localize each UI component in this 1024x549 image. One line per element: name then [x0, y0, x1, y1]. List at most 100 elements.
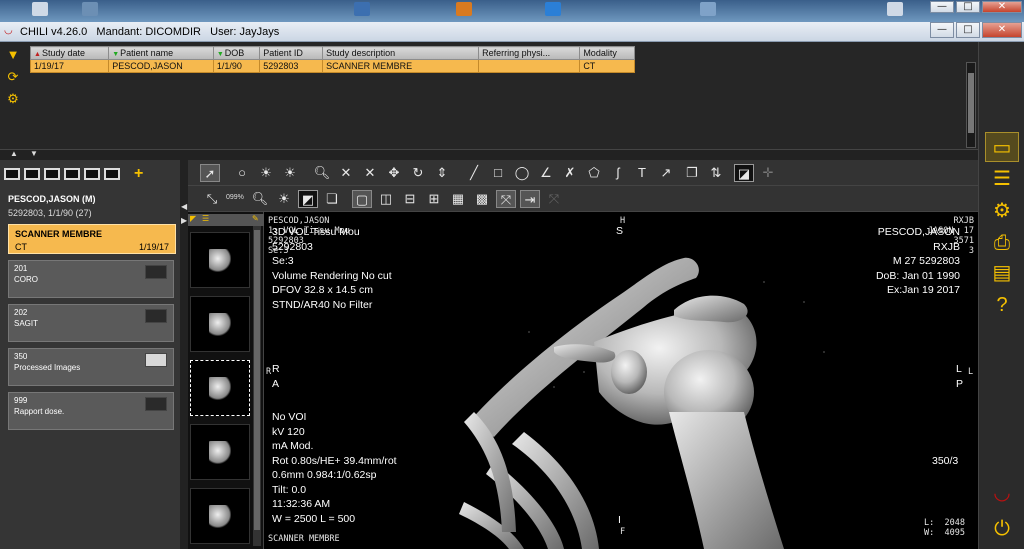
study-card[interactable]: SCANNER MEMBRE CT 1/19/17: [8, 224, 176, 254]
image-thumbnail[interactable]: 5: [190, 488, 261, 544]
image-thumbnail[interactable]: 2: [190, 296, 261, 352]
viewport-2x1-icon[interactable]: ⊟: [400, 190, 420, 208]
layers-icon[interactable]: ❐: [682, 164, 702, 182]
freehand-tool-icon[interactable]: ʃ: [608, 164, 628, 182]
viewport-1x2-icon[interactable]: ◫: [376, 190, 396, 208]
expand-icon[interactable]: ⤧: [496, 190, 516, 208]
desktop-icon[interactable]: [354, 2, 370, 16]
image-thumbnail[interactable]: 4: [190, 424, 261, 480]
fit-icon[interactable]: ⤡: [202, 190, 222, 208]
layout-3x2-icon[interactable]: [84, 168, 100, 180]
crosshair-icon[interactable]: ✛: [758, 164, 778, 182]
layout-2x1-icon[interactable]: [44, 168, 60, 180]
stack-icon[interactable]: ❏: [322, 190, 342, 208]
scrollbar-thumb[interactable]: [254, 230, 260, 530]
image-thumbnail[interactable]: 1: [190, 232, 261, 288]
collapse-right-icon[interactable]: ▶: [181, 216, 187, 225]
desktop-icon[interactable]: [545, 2, 561, 16]
study-list-scrollbar[interactable]: [966, 62, 976, 148]
viewport-3x3-icon[interactable]: ▦: [448, 190, 468, 208]
collapse-down-icon[interactable]: ▼: [30, 149, 38, 158]
layout-2x2-icon[interactable]: [64, 168, 80, 180]
scrollbar-thumb[interactable]: [968, 73, 974, 133]
maximize-button[interactable]: □: [956, 22, 980, 38]
series-card[interactable]: 202 SAGIT: [8, 304, 174, 342]
collapse-up-icon[interactable]: ▲: [10, 149, 18, 158]
table-row[interactable]: 1/19/17 PESCOD,JASON 1/1/90 5292803 SCAN…: [29, 59, 635, 73]
desktop-icon[interactable]: [887, 2, 903, 16]
add-icon[interactable]: +: [134, 165, 143, 183]
filter-icon[interactable]: ▼: [4, 46, 22, 64]
minimize-button[interactable]: —: [930, 22, 954, 38]
overlay-toggle-icon[interactable]: ◪: [734, 164, 754, 182]
image-thumbnail[interactable]: 3: [190, 360, 261, 416]
pin-icon[interactable]: ✎: [252, 214, 259, 223]
column-header-dob[interactable]: ▼DOB: [212, 46, 261, 60]
collapse-left-icon[interactable]: ◀: [181, 202, 187, 211]
help-icon[interactable]: ?: [985, 290, 1019, 320]
outer-minimize-button[interactable]: —: [930, 1, 954, 13]
viewport-1x1-icon[interactable]: ▢: [352, 190, 372, 208]
thumbnail-scrollbar[interactable]: [253, 226, 261, 546]
column-header-study-date[interactable]: ▲Study date: [29, 46, 110, 60]
desktop-icon[interactable]: [82, 2, 98, 16]
rectangle-tool-icon[interactable]: □: [488, 164, 508, 182]
column-header-patient-name[interactable]: ▼Patient name: [108, 46, 214, 60]
circle-tool-icon[interactable]: ○: [232, 164, 252, 182]
series-card[interactable]: 350 Processed Images: [8, 348, 174, 386]
column-header-modality[interactable]: Modality: [579, 46, 635, 60]
desktop-icon[interactable]: [700, 2, 716, 16]
text-tool-icon[interactable]: T: [632, 164, 652, 182]
study-card-modality: CT: [15, 242, 27, 252]
angle-tool-icon[interactable]: ∠: [536, 164, 556, 182]
zoom-fit-icon[interactable]: ✕: [336, 164, 356, 182]
ellipse-tool-icon[interactable]: ◯: [512, 164, 532, 182]
invert-icon[interactable]: ◩: [298, 190, 318, 208]
gear-filter-icon[interactable]: ⚙: [4, 90, 22, 108]
outer-close-button[interactable]: ✕: [982, 1, 1022, 13]
cross-icon[interactable]: ✕: [360, 164, 380, 182]
monitor-icon[interactable]: ▭: [985, 132, 1019, 162]
zoom-level[interactable]: 099%: [226, 194, 244, 201]
window-level-roi-icon[interactable]: ☀: [280, 164, 300, 182]
layout-3x3-icon[interactable]: [104, 168, 120, 180]
window-level-readout: L: 2048 W: 4095: [924, 518, 965, 538]
column-header-study-description[interactable]: Study description: [322, 46, 480, 60]
polygon-tool-icon[interactable]: ⬠: [584, 164, 604, 182]
series-thumbnail: [145, 309, 167, 323]
line-tool-icon[interactable]: ╱: [464, 164, 484, 182]
brightness-icon[interactable]: ☀: [274, 190, 294, 208]
column-header-referring-physician[interactable]: Referring physi...: [478, 46, 581, 60]
magnify-icon[interactable]: 🔍︎: [250, 190, 270, 208]
viewport-2x2-icon[interactable]: ⊞: [424, 190, 444, 208]
link-series-icon[interactable]: ⇥: [520, 190, 540, 208]
outer-maximize-button[interactable]: □: [956, 1, 980, 13]
column-header-patient-id[interactable]: Patient ID: [259, 46, 324, 60]
list-icon[interactable]: ☰: [202, 214, 209, 223]
layout-1x1-icon[interactable]: [4, 168, 20, 180]
desktop-icon[interactable]: [32, 2, 48, 16]
refresh-icon[interactable]: ⟳: [4, 68, 22, 86]
image-viewport[interactable]: PESCOD,JASON 1: VOL Tissu Mou 5292803 Se…: [264, 212, 978, 549]
rotate-icon[interactable]: ↻: [408, 164, 428, 182]
sort-icon[interactable]: ⇅: [706, 164, 726, 182]
arrow-tool-icon[interactable]: ↗: [656, 164, 676, 182]
layout-1x2-icon[interactable]: [24, 168, 40, 180]
zoom-icon[interactable]: 🔍︎: [312, 164, 332, 182]
scroll-icon[interactable]: ⇕: [432, 164, 452, 182]
viewport-4x4-icon[interactable]: ▩: [472, 190, 492, 208]
series-card[interactable]: 999 Rapport dose.: [8, 392, 174, 430]
series-card[interactable]: 201 CORO: [8, 260, 174, 298]
window-level-icon[interactable]: ☀: [256, 164, 276, 182]
database-icon[interactable]: ☰: [985, 164, 1019, 194]
sync-icon[interactable]: ⤧: [544, 190, 564, 208]
close-button[interactable]: ✕: [982, 22, 1022, 38]
cobb-angle-icon[interactable]: ✗: [560, 164, 580, 182]
power-icon[interactable]: ⏻: [985, 514, 1019, 544]
clipboard-icon[interactable]: ▤: [985, 258, 1019, 288]
desktop-icon[interactable]: [456, 2, 472, 16]
settings-gear-icon[interactable]: ⚙: [985, 196, 1019, 226]
printer-icon[interactable]: ⎙: [985, 228, 1019, 258]
pointer-tool-icon[interactable]: ➚: [200, 164, 220, 182]
pan-icon[interactable]: ✥: [384, 164, 404, 182]
